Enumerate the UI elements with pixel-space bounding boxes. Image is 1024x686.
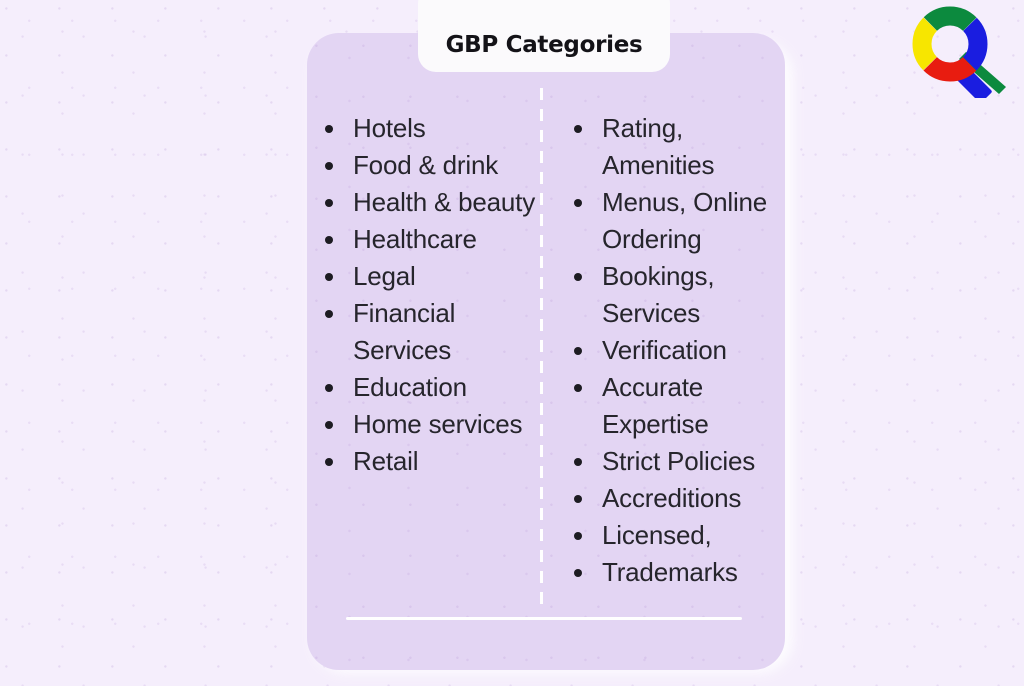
list-item: Health & beauty: [319, 184, 541, 221]
list-item: Healthcare: [319, 221, 541, 258]
page-title: GBP Categories: [445, 32, 643, 58]
list-item: Accurate Expertise: [568, 369, 785, 443]
list-item: Food & drink: [319, 147, 541, 184]
list-item: Accreditions: [568, 480, 785, 517]
categories-list: Hotels Food & drink Health & beauty Heal…: [319, 110, 541, 480]
attributes-column: Rating, Amenities Menus, Online Ordering…: [541, 110, 785, 591]
google-search-magnifier-icon: [903, 2, 1017, 103]
card-bottom-rule: [346, 617, 742, 620]
categories-column: Hotels Food & drink Health & beauty Heal…: [307, 110, 541, 591]
list-item: Trademarks: [568, 554, 785, 591]
list-item: Rating, Amenities: [568, 110, 785, 184]
list-item: Hotels: [319, 110, 541, 147]
list-item: Retail: [319, 443, 541, 480]
list-item: Home services: [319, 406, 541, 443]
attributes-list: Rating, Amenities Menus, Online Ordering…: [568, 110, 785, 591]
list-item: Education: [319, 369, 541, 406]
columns-wrapper: Hotels Food & drink Health & beauty Heal…: [307, 110, 785, 591]
list-item: Verification: [568, 332, 785, 369]
list-item: Strict Policies: [568, 443, 785, 480]
list-item: Legal: [319, 258, 541, 295]
list-item: Menus, Online Ordering: [568, 184, 785, 258]
card-title-tab: GBP Categories: [418, 0, 670, 72]
list-item: Licensed,: [568, 517, 785, 554]
list-item: Financial Services: [319, 295, 541, 369]
list-item: Bookings, Services: [568, 258, 785, 332]
